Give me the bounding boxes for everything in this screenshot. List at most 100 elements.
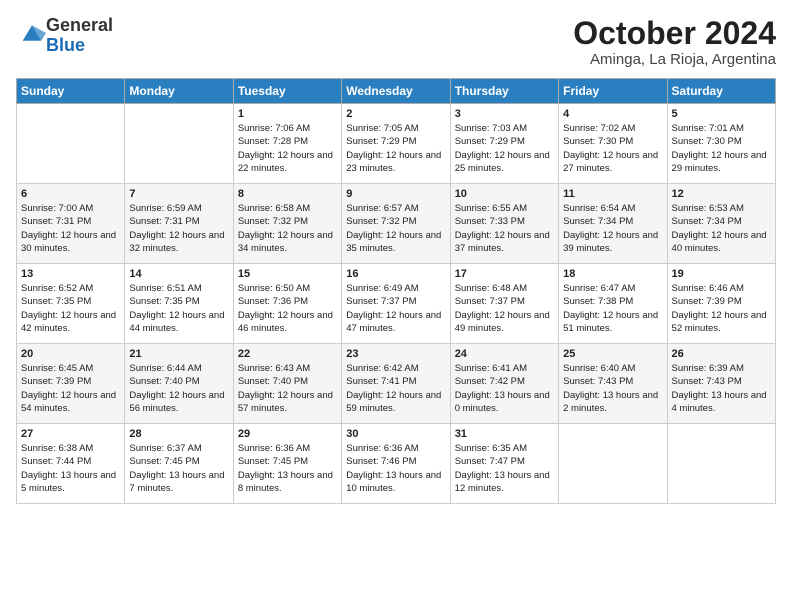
table-row: 10 Sunrise: 6:55 AMSunset: 7:33 PMDaylig… — [450, 184, 558, 264]
table-row: 1 Sunrise: 7:06 AMSunset: 7:28 PMDayligh… — [233, 104, 341, 184]
table-row: 29 Sunrise: 6:36 AMSunset: 7:45 PMDaylig… — [233, 424, 341, 504]
logo-text: General Blue — [46, 16, 113, 56]
day-number: 28 — [129, 428, 228, 440]
day-info: Sunrise: 6:39 AMSunset: 7:43 PMDaylight:… — [672, 362, 771, 415]
table-row: 8 Sunrise: 6:58 AMSunset: 7:32 PMDayligh… — [233, 184, 341, 264]
table-row: 14 Sunrise: 6:51 AMSunset: 7:35 PMDaylig… — [125, 264, 233, 344]
logo-general: General — [46, 15, 113, 35]
table-row: 9 Sunrise: 6:57 AMSunset: 7:32 PMDayligh… — [342, 184, 450, 264]
table-row: 24 Sunrise: 6:41 AMSunset: 7:42 PMDaylig… — [450, 344, 558, 424]
day-info: Sunrise: 6:37 AMSunset: 7:45 PMDaylight:… — [129, 442, 228, 495]
day-number: 10 — [455, 188, 554, 200]
day-number: 21 — [129, 348, 228, 360]
day-number: 26 — [672, 348, 771, 360]
table-row: 23 Sunrise: 6:42 AMSunset: 7:41 PMDaylig… — [342, 344, 450, 424]
day-number: 20 — [21, 348, 120, 360]
day-info: Sunrise: 6:36 AMSunset: 7:45 PMDaylight:… — [238, 442, 337, 495]
table-row: 11 Sunrise: 6:54 AMSunset: 7:34 PMDaylig… — [559, 184, 667, 264]
day-number: 9 — [346, 188, 445, 200]
day-info: Sunrise: 6:55 AMSunset: 7:33 PMDaylight:… — [455, 202, 554, 255]
day-number: 25 — [563, 348, 662, 360]
calendar-week-row: 13 Sunrise: 6:52 AMSunset: 7:35 PMDaylig… — [17, 264, 776, 344]
table-row — [17, 104, 125, 184]
day-number: 6 — [21, 188, 120, 200]
table-row — [667, 424, 775, 504]
table-row: 5 Sunrise: 7:01 AMSunset: 7:30 PMDayligh… — [667, 104, 775, 184]
day-info: Sunrise: 7:05 AMSunset: 7:29 PMDaylight:… — [346, 122, 445, 175]
calendar-subtitle: Aminga, La Rioja, Argentina — [573, 51, 776, 68]
day-info: Sunrise: 6:53 AMSunset: 7:34 PMDaylight:… — [672, 202, 771, 255]
day-number: 18 — [563, 268, 662, 280]
table-row: 30 Sunrise: 6:36 AMSunset: 7:46 PMDaylig… — [342, 424, 450, 504]
table-row: 4 Sunrise: 7:02 AMSunset: 7:30 PMDayligh… — [559, 104, 667, 184]
day-number: 7 — [129, 188, 228, 200]
day-info: Sunrise: 6:51 AMSunset: 7:35 PMDaylight:… — [129, 282, 228, 335]
day-info: Sunrise: 6:47 AMSunset: 7:38 PMDaylight:… — [563, 282, 662, 335]
day-number: 11 — [563, 188, 662, 200]
table-row: 13 Sunrise: 6:52 AMSunset: 7:35 PMDaylig… — [17, 264, 125, 344]
day-info: Sunrise: 6:50 AMSunset: 7:36 PMDaylight:… — [238, 282, 337, 335]
day-number: 30 — [346, 428, 445, 440]
day-info: Sunrise: 6:43 AMSunset: 7:40 PMDaylight:… — [238, 362, 337, 415]
day-info: Sunrise: 6:42 AMSunset: 7:41 PMDaylight:… — [346, 362, 445, 415]
page: General Blue October 2024 Aminga, La Rio… — [0, 0, 792, 612]
calendar-week-row: 27 Sunrise: 6:38 AMSunset: 7:44 PMDaylig… — [17, 424, 776, 504]
day-number: 23 — [346, 348, 445, 360]
col-wednesday: Wednesday — [342, 79, 450, 104]
day-number: 1 — [238, 108, 337, 120]
day-info: Sunrise: 6:52 AMSunset: 7:35 PMDaylight:… — [21, 282, 120, 335]
table-row: 25 Sunrise: 6:40 AMSunset: 7:43 PMDaylig… — [559, 344, 667, 424]
table-row: 18 Sunrise: 6:47 AMSunset: 7:38 PMDaylig… — [559, 264, 667, 344]
calendar-week-row: 1 Sunrise: 7:06 AMSunset: 7:28 PMDayligh… — [17, 104, 776, 184]
day-info: Sunrise: 6:48 AMSunset: 7:37 PMDaylight:… — [455, 282, 554, 335]
day-number: 29 — [238, 428, 337, 440]
calendar-week-row: 20 Sunrise: 6:45 AMSunset: 7:39 PMDaylig… — [17, 344, 776, 424]
day-number: 15 — [238, 268, 337, 280]
col-friday: Friday — [559, 79, 667, 104]
day-info: Sunrise: 6:35 AMSunset: 7:47 PMDaylight:… — [455, 442, 554, 495]
logo-icon — [18, 19, 46, 47]
day-number: 2 — [346, 108, 445, 120]
logo: General Blue — [16, 16, 113, 56]
calendar-table: Sunday Monday Tuesday Wednesday Thursday… — [16, 78, 776, 504]
day-number: 3 — [455, 108, 554, 120]
day-number: 16 — [346, 268, 445, 280]
col-thursday: Thursday — [450, 79, 558, 104]
table-row: 17 Sunrise: 6:48 AMSunset: 7:37 PMDaylig… — [450, 264, 558, 344]
calendar-week-row: 6 Sunrise: 7:00 AMSunset: 7:31 PMDayligh… — [17, 184, 776, 264]
table-row: 3 Sunrise: 7:03 AMSunset: 7:29 PMDayligh… — [450, 104, 558, 184]
table-row: 2 Sunrise: 7:05 AMSunset: 7:29 PMDayligh… — [342, 104, 450, 184]
day-info: Sunrise: 6:40 AMSunset: 7:43 PMDaylight:… — [563, 362, 662, 415]
col-monday: Monday — [125, 79, 233, 104]
table-row: 26 Sunrise: 6:39 AMSunset: 7:43 PMDaylig… — [667, 344, 775, 424]
table-row: 22 Sunrise: 6:43 AMSunset: 7:40 PMDaylig… — [233, 344, 341, 424]
day-number: 31 — [455, 428, 554, 440]
day-info: Sunrise: 6:44 AMSunset: 7:40 PMDaylight:… — [129, 362, 228, 415]
day-info: Sunrise: 6:36 AMSunset: 7:46 PMDaylight:… — [346, 442, 445, 495]
day-info: Sunrise: 6:38 AMSunset: 7:44 PMDaylight:… — [21, 442, 120, 495]
day-info: Sunrise: 6:59 AMSunset: 7:31 PMDaylight:… — [129, 202, 228, 255]
day-number: 5 — [672, 108, 771, 120]
logo-blue: Blue — [46, 35, 85, 55]
table-row: 28 Sunrise: 6:37 AMSunset: 7:45 PMDaylig… — [125, 424, 233, 504]
table-row: 6 Sunrise: 7:00 AMSunset: 7:31 PMDayligh… — [17, 184, 125, 264]
day-number: 24 — [455, 348, 554, 360]
day-info: Sunrise: 7:02 AMSunset: 7:30 PMDaylight:… — [563, 122, 662, 175]
day-info: Sunrise: 6:49 AMSunset: 7:37 PMDaylight:… — [346, 282, 445, 335]
day-info: Sunrise: 6:46 AMSunset: 7:39 PMDaylight:… — [672, 282, 771, 335]
table-row: 21 Sunrise: 6:44 AMSunset: 7:40 PMDaylig… — [125, 344, 233, 424]
day-number: 17 — [455, 268, 554, 280]
day-info: Sunrise: 6:57 AMSunset: 7:32 PMDaylight:… — [346, 202, 445, 255]
calendar-title: October 2024 — [573, 16, 776, 51]
day-number: 22 — [238, 348, 337, 360]
header: General Blue October 2024 Aminga, La Rio… — [16, 16, 776, 68]
table-row: 20 Sunrise: 6:45 AMSunset: 7:39 PMDaylig… — [17, 344, 125, 424]
table-row: 27 Sunrise: 6:38 AMSunset: 7:44 PMDaylig… — [17, 424, 125, 504]
day-number: 14 — [129, 268, 228, 280]
day-info: Sunrise: 7:06 AMSunset: 7:28 PMDaylight:… — [238, 122, 337, 175]
calendar-header-row: Sunday Monday Tuesday Wednesday Thursday… — [17, 79, 776, 104]
day-info: Sunrise: 7:00 AMSunset: 7:31 PMDaylight:… — [21, 202, 120, 255]
day-number: 13 — [21, 268, 120, 280]
table-row: 15 Sunrise: 6:50 AMSunset: 7:36 PMDaylig… — [233, 264, 341, 344]
day-number: 12 — [672, 188, 771, 200]
